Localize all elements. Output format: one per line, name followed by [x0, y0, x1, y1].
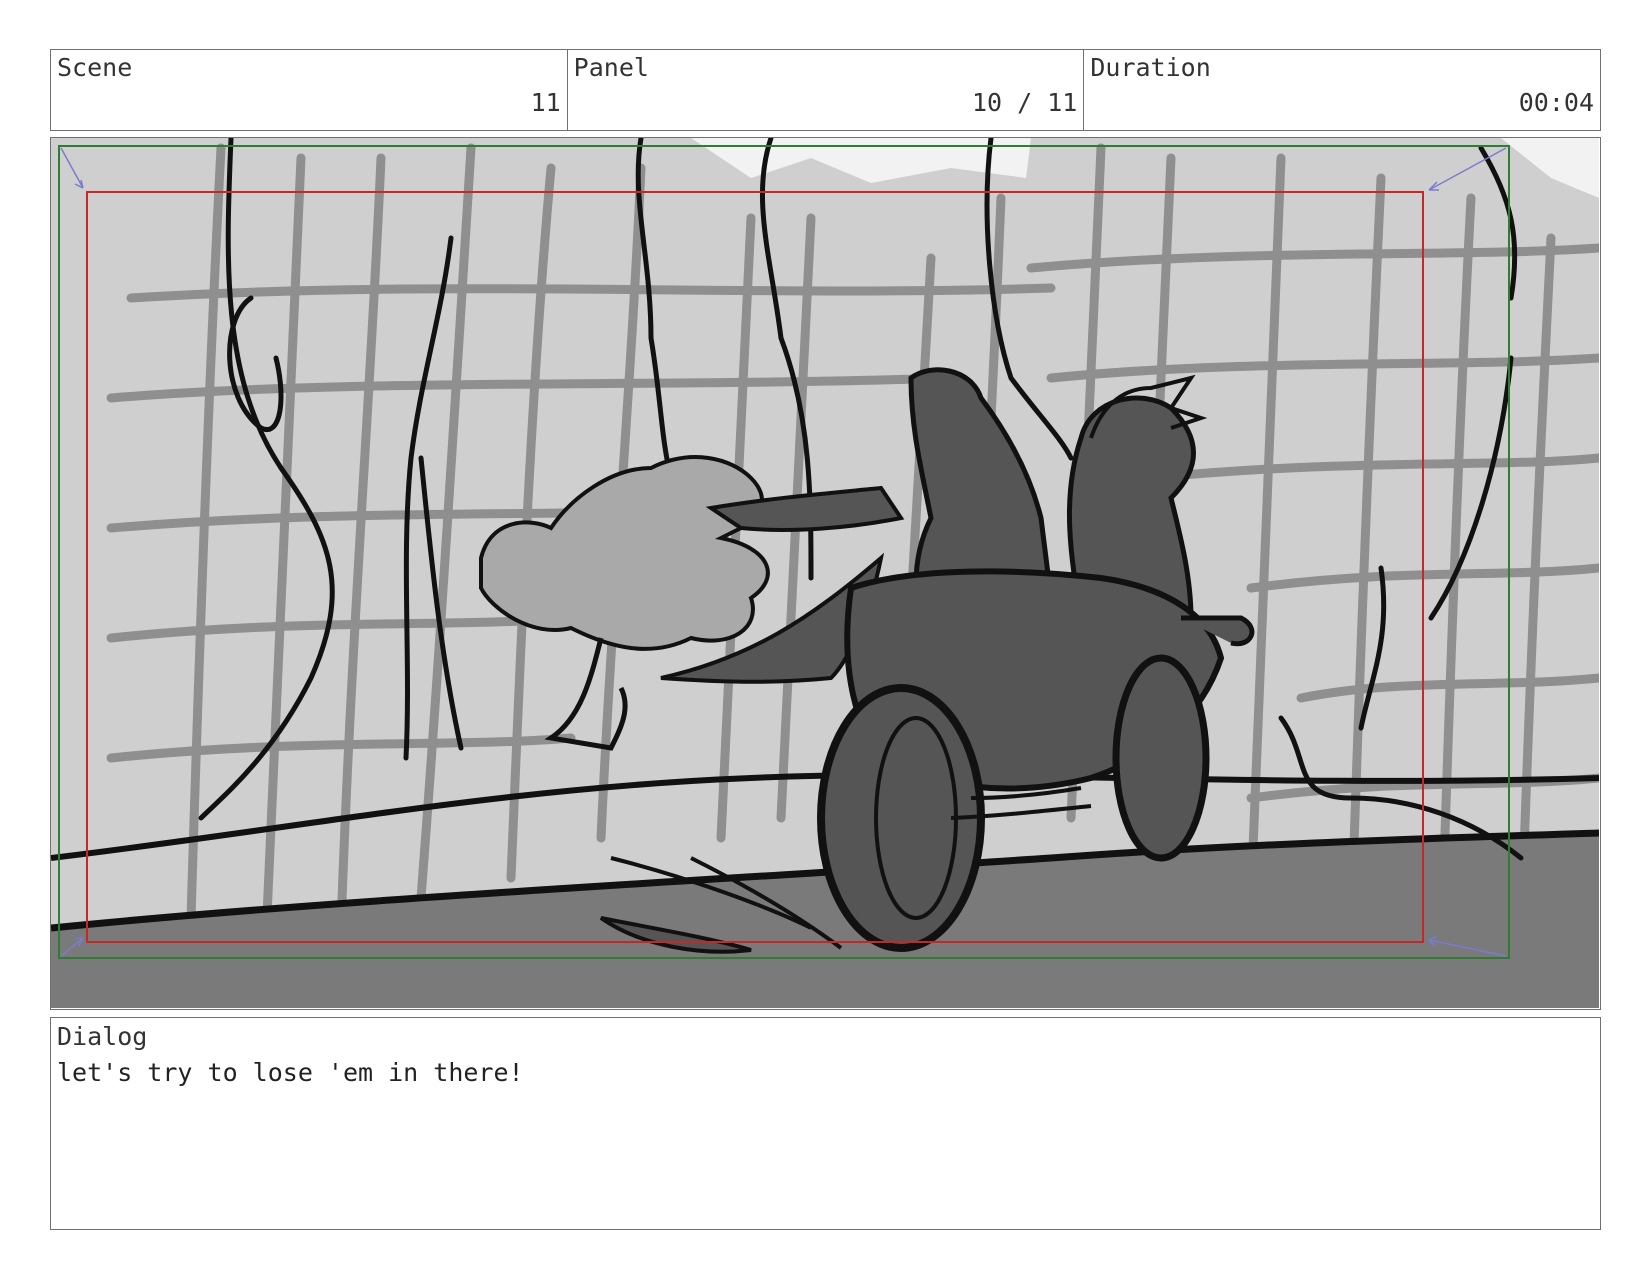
panel-sketch	[51, 138, 1599, 1008]
duration-cell: Duration 00:04	[1084, 50, 1600, 130]
storyboard-header: Scene 11 Panel 10 / 11 Duration 00:04	[50, 49, 1601, 131]
scene-cell: Scene 11	[51, 50, 568, 130]
panel-number: 10 / 11	[971, 88, 1078, 117]
motorcycle-rear-wheel	[1112, 654, 1210, 862]
duration-value: 00:04	[1518, 88, 1595, 117]
scene-number: 11	[530, 88, 561, 117]
storyboard-panel	[50, 137, 1601, 1010]
dialog-text: let's try to lose 'em in there!	[57, 1058, 524, 1087]
dialog-label: Dialog	[57, 1022, 148, 1051]
panel-cell: Panel 10 / 11	[568, 50, 1085, 130]
panel-label: Panel	[573, 53, 649, 82]
scene-label: Scene	[57, 53, 133, 82]
duration-label: Duration	[1090, 53, 1211, 82]
dialog-box: Dialog let's try to lose 'em in there!	[50, 1017, 1601, 1230]
